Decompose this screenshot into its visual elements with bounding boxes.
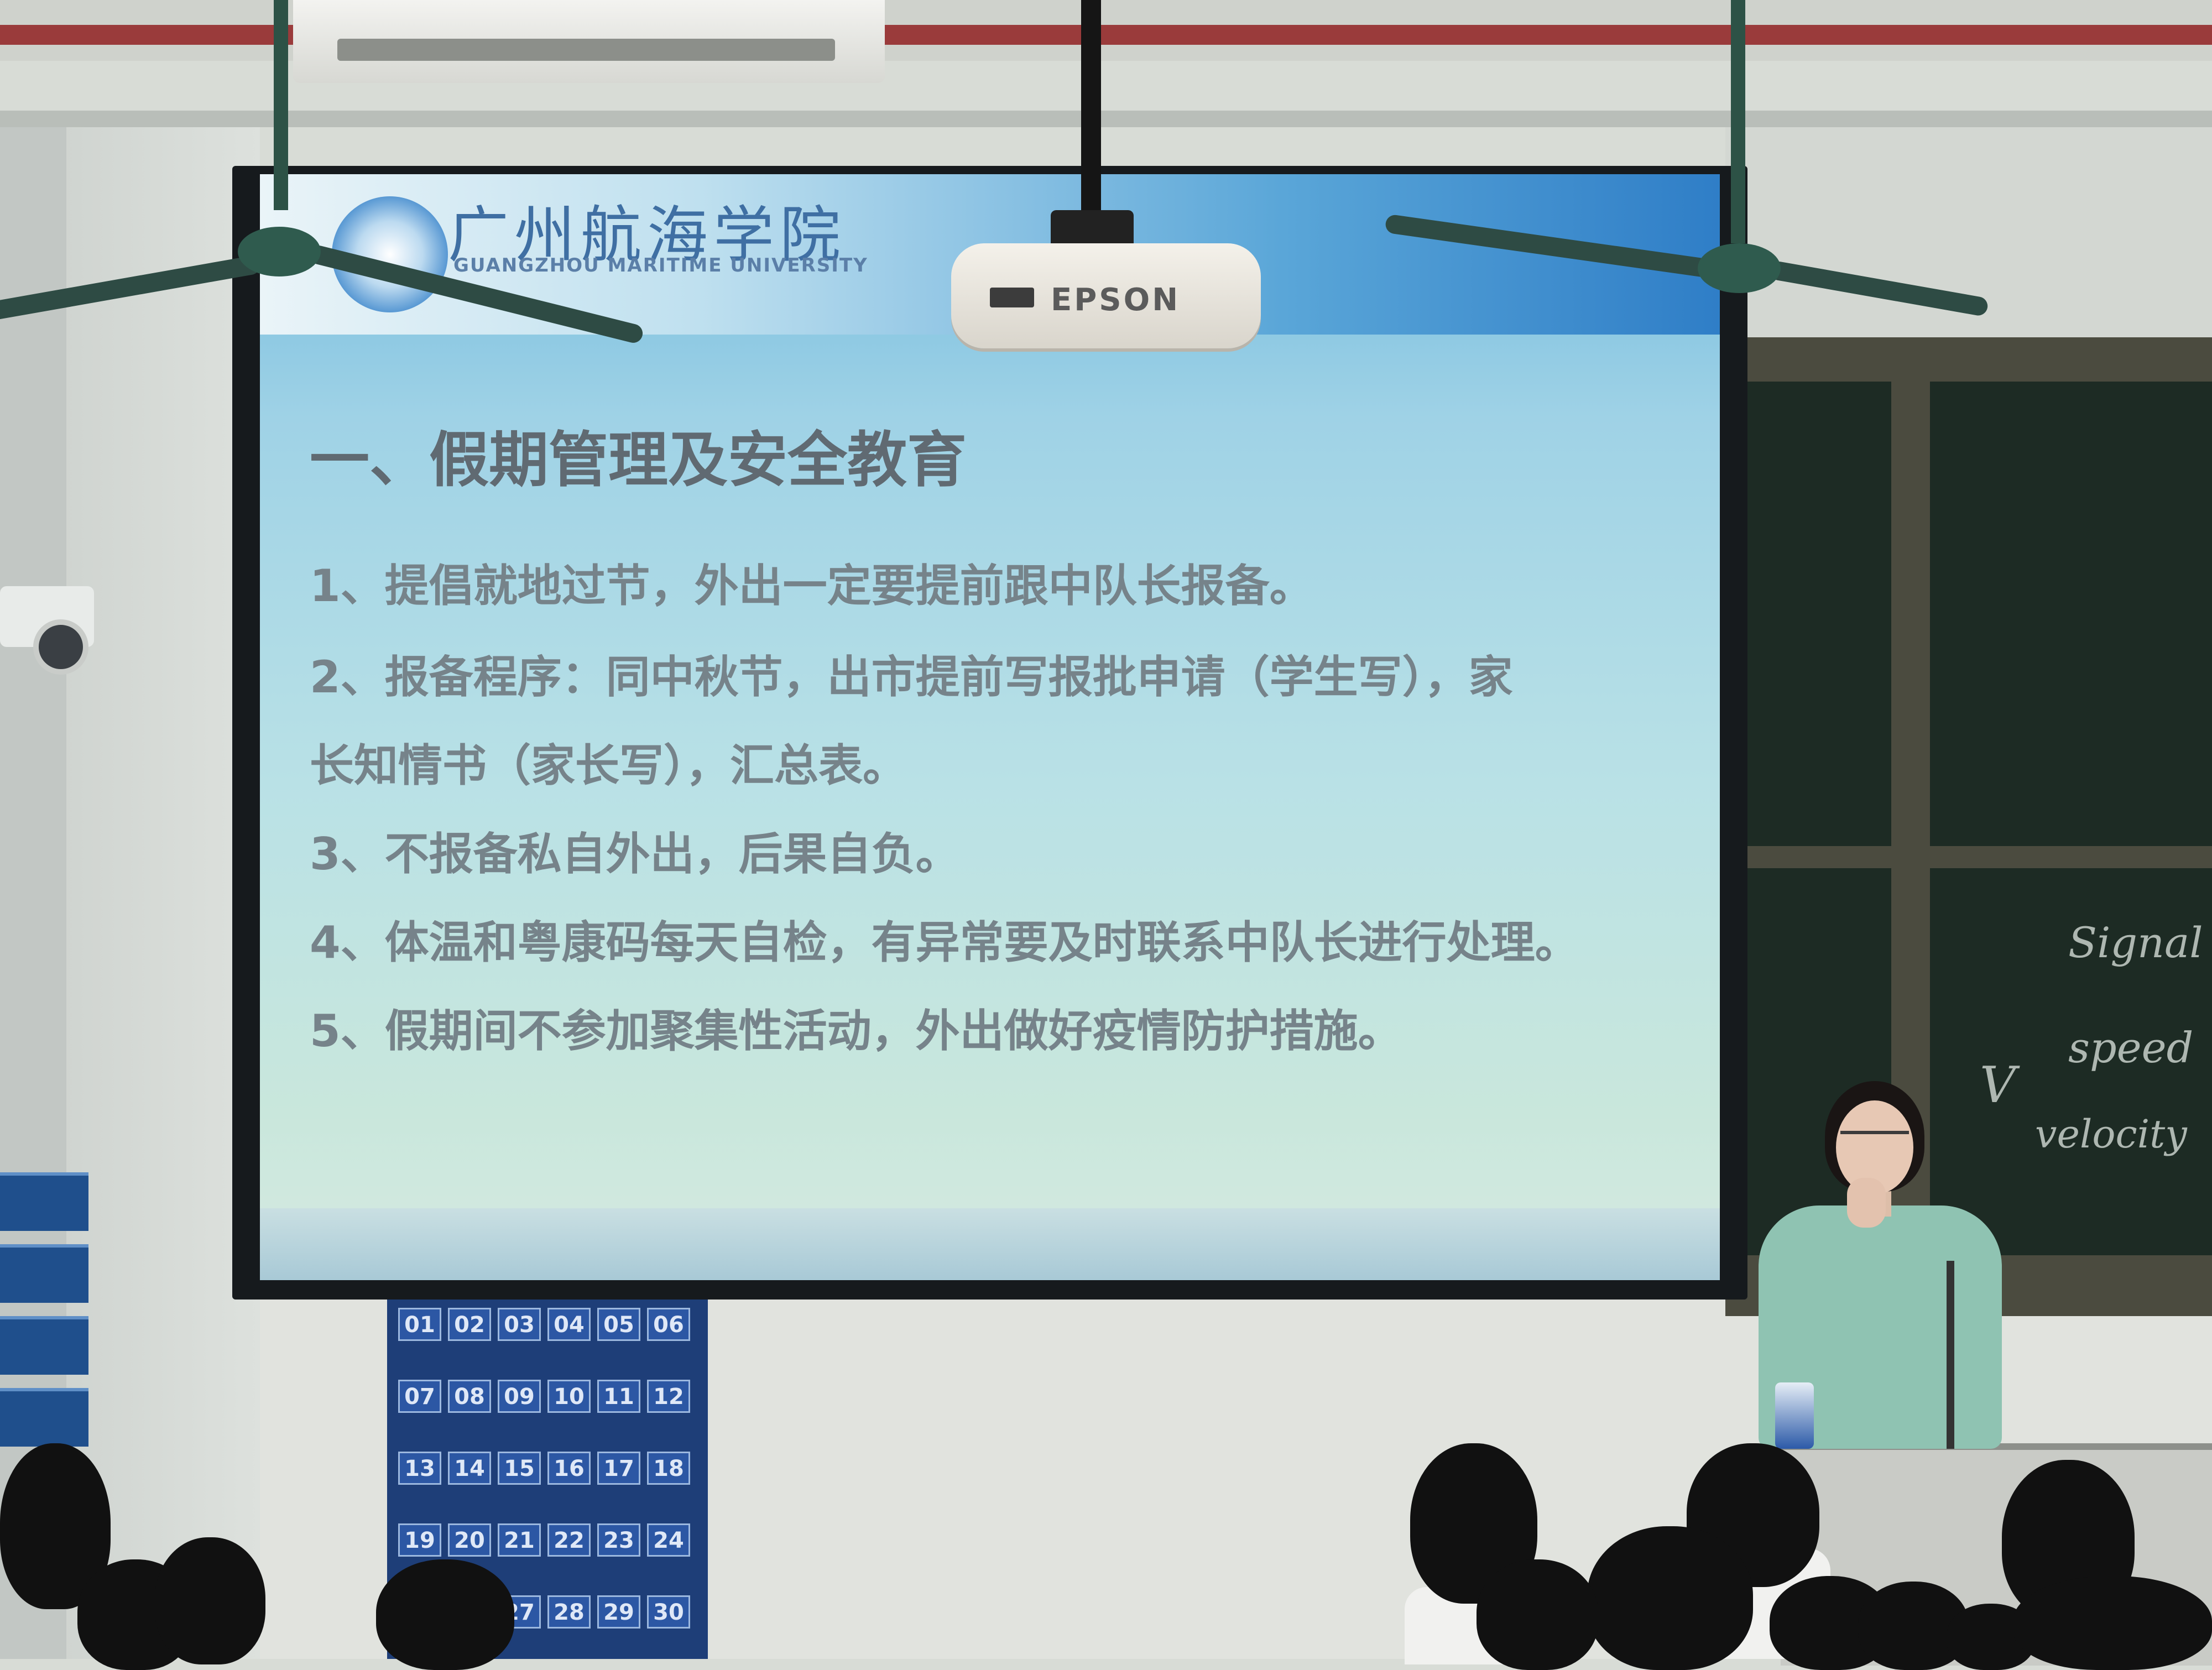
student-head (1477, 1559, 1598, 1670)
slide-line: 长知情书（家长写），汇总表。 (310, 740, 907, 791)
air-conditioner-vent (337, 39, 835, 61)
number-board-cell: 29 (597, 1595, 640, 1629)
university-name-en: GUANGZHOU MARITIME UNIVERSITY (453, 254, 868, 276)
wall-shelf (0, 1316, 88, 1375)
wall-shelf (0, 1172, 88, 1231)
projector-pole (1081, 0, 1101, 216)
number-board-cell: 20 (448, 1523, 491, 1557)
right-wall (1725, 127, 2212, 348)
number-board-cell: 23 (597, 1523, 640, 1557)
number-board-cell: 10 (547, 1380, 591, 1413)
number-board-cell: 06 (647, 1308, 690, 1341)
number-board-cell: 09 (498, 1380, 541, 1413)
number-board-cell: 28 (547, 1595, 591, 1629)
slide-line: 1、提倡就地过节，外出一定要提前跟中队长报备。 (310, 560, 1314, 612)
slide-line: 3、不报备私自外出，后果自负。 (310, 828, 960, 880)
fan-rod (1731, 0, 1745, 243)
number-board-cell: 13 (398, 1452, 441, 1485)
chalk-letter-v: V (1980, 1056, 2016, 1114)
number-board-cell: 12 (647, 1380, 690, 1413)
ceiling-trim (0, 111, 2212, 127)
student-head (1587, 1526, 1753, 1670)
student-head (2013, 1576, 2212, 1670)
student-head (376, 1559, 514, 1670)
number-board-cell: 16 (547, 1452, 591, 1485)
slide-title: 一、假期管理及安全教育 (310, 426, 967, 495)
number-board-cell: 24 (647, 1523, 690, 1557)
number-board-cell: 01 (398, 1308, 441, 1341)
air-conditioner (293, 0, 885, 83)
student-head (155, 1537, 265, 1664)
chalkboard-pane (1930, 382, 2212, 846)
chalk-word-signal: Signal (2068, 918, 2203, 967)
lecturer-hand-holding-mic (1847, 1178, 1886, 1228)
number-board-cell: 21 (498, 1523, 541, 1557)
slide-line: 4、体温和粤康码每天自检，有异常要及时联系中队长进行处理。 (310, 917, 1579, 968)
number-board-cell: 30 (647, 1595, 690, 1629)
number-board-cell: 04 (547, 1308, 591, 1341)
fan-hub (238, 227, 321, 276)
security-camera (0, 586, 94, 675)
number-board-cell: 18 (647, 1452, 690, 1485)
water-bottle (1775, 1382, 1814, 1449)
microphone-stand (1947, 1261, 1954, 1449)
number-board-cell: 11 (597, 1380, 640, 1413)
number-board-cell: 14 (448, 1452, 491, 1485)
wall-shelf (0, 1388, 88, 1447)
chalkboard-pane (1736, 382, 1891, 846)
slide-footer-band (260, 1208, 1720, 1280)
chalk-word-speed: speed (2068, 1023, 2194, 1072)
chalkboard: Signal speed velocity V (1725, 337, 2212, 1316)
lecturer-glasses (1840, 1131, 1909, 1151)
wall-shelf (0, 1244, 88, 1303)
fan-hub (1698, 243, 1781, 293)
projector-brand-label: EPSON (1051, 282, 1181, 318)
number-board-cell: 07 (398, 1380, 441, 1413)
number-board-cell: 22 (547, 1523, 591, 1557)
number-board-cell: 02 (448, 1308, 491, 1341)
number-board-cell: 17 (597, 1452, 640, 1485)
number-board-cell: 05 (597, 1308, 640, 1341)
number-board-cell: 03 (498, 1308, 541, 1341)
number-board-cell: 08 (448, 1380, 491, 1413)
fan-rod (274, 0, 288, 210)
chalk-word-velocity: velocity (2035, 1111, 2187, 1157)
camera-lens (33, 619, 88, 675)
projector: EPSON (951, 243, 1261, 348)
projector-vent (990, 288, 1034, 307)
number-board-cell: 19 (398, 1523, 441, 1557)
slide-line: 2、报备程序：同中秋节，出市提前写报批申请（学生写），家 (310, 651, 1513, 703)
number-board-cell: 15 (498, 1452, 541, 1485)
slide-line: 5、假期间不参加聚集性活动，外出做好疫情防护措施。 (310, 1005, 1402, 1057)
